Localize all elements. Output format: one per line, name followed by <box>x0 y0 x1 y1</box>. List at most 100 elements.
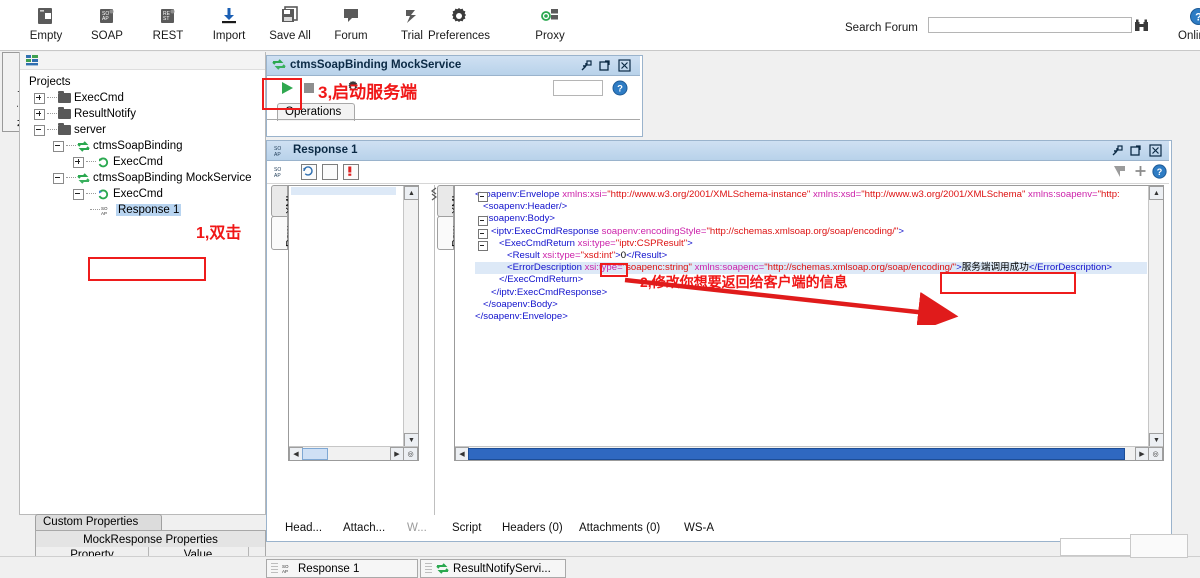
grid-toggle-icon[interactable] <box>26 55 39 69</box>
search-input[interactable] <box>928 17 1132 33</box>
tree-root-projects[interactable]: Projects <box>26 74 71 90</box>
xml-line[interactable]: </soapenv:Envelope> <box>475 311 1147 323</box>
scroll-up-icon[interactable]: ▲ <box>1149 186 1164 200</box>
help-circle-icon[interactable]: ? <box>612 80 628 99</box>
maximize-icon[interactable] <box>598 59 611 72</box>
tree-item-response-1[interactable]: SOAP Response 1 <box>90 202 181 218</box>
tab-headers-left[interactable]: Head... <box>285 522 322 534</box>
tree-item-resultnotify-project[interactable]: ResultNotify <box>34 106 136 122</box>
editor-options-icon[interactable]: ◎ <box>403 447 418 461</box>
expander-minus-icon[interactable] <box>53 173 64 184</box>
expander-plus-icon[interactable] <box>34 93 45 104</box>
editor-options-icon[interactable]: ◎ <box>1148 447 1163 461</box>
split-pane-icon[interactable] <box>1113 165 1126 181</box>
fold-toggle-icon[interactable] <box>478 192 488 202</box>
mockresponse-icon: SOAP <box>101 205 113 216</box>
response-titlebar[interactable]: SOAP Response 1 <box>267 141 1169 161</box>
recreate-schema-icon[interactable] <box>301 164 317 180</box>
right-editor-vscrollbar[interactable]: ▲ ▼ <box>1148 186 1163 447</box>
left-editor-vscrollbar[interactable]: ▲ ▼ <box>403 186 418 447</box>
xml-source-content[interactable]: <soapenv:Envelope xmlns:xsi="http://www.… <box>475 189 1147 446</box>
restore-icon[interactable] <box>1111 144 1124 157</box>
xml-line[interactable]: <soapenv:Body> <box>475 213 1147 225</box>
tree-item-ctmssoapbinding[interactable]: ctmsSoapBinding <box>53 138 183 154</box>
tab-attachments[interactable]: Attachments (0) <box>579 522 660 534</box>
left-xml-editor[interactable]: ▲ ▼ ◀ ▶ ◎ <box>288 185 419 461</box>
tab-wsa-left[interactable]: W... <box>407 522 427 534</box>
toolbar-label: Empty <box>30 30 63 42</box>
vtab-left-raw[interactable]: Raw <box>271 216 288 250</box>
annotation-step3-text: 3,启动服务端 <box>318 78 417 103</box>
vtab-right-xml[interactable]: XML <box>437 185 454 217</box>
scroll-left-icon[interactable]: ◀ <box>289 447 303 461</box>
close-icon[interactable] <box>618 59 631 72</box>
scroll-left-icon[interactable]: ◀ <box>455 447 469 461</box>
tab-script[interactable]: Script <box>452 522 481 534</box>
fold-toggle-icon[interactable] <box>478 229 488 239</box>
scroll-right-icon[interactable]: ▶ <box>1135 447 1149 461</box>
xml-line[interactable]: </soapenv:Body> <box>475 299 1147 311</box>
fold-toggle-icon[interactable] <box>478 216 488 226</box>
expander-plus-icon[interactable] <box>73 157 84 168</box>
tree-item-mockservice[interactable]: ctmsSoapBinding MockService <box>53 170 252 186</box>
fault-icon[interactable] <box>343 164 359 180</box>
taskbar-item-resultnotify[interactable]: ResultNotifyServi... <box>420 559 566 578</box>
xml-line[interactable]: <ExecCmdReturn xsi:type="iptv:CSPResult"… <box>475 238 1147 250</box>
scroll-up-icon[interactable]: ▲ <box>404 186 419 200</box>
xml-line[interactable]: <Result xsi:type="xsd:int">0</Result> <box>475 250 1147 262</box>
vtab-right-raw[interactable]: Raw <box>437 216 454 250</box>
tree-label: ResultNotify <box>74 108 136 120</box>
scroll-right-icon[interactable]: ▶ <box>390 447 404 461</box>
tree-item-execcmd-operation[interactable]: ExecCmd <box>73 154 163 170</box>
close-icon[interactable] <box>1149 144 1162 157</box>
tree-item-server-project[interactable]: server <box>34 122 106 138</box>
tree-label: Projects <box>29 76 71 88</box>
stop-icon[interactable] <box>303 82 315 97</box>
expander-plus-icon[interactable] <box>34 109 45 120</box>
binoculars-icon[interactable] <box>1134 18 1149 33</box>
vtab-left-xml[interactable]: XML <box>271 185 288 217</box>
scroll-down-icon[interactable]: ▼ <box>1149 433 1164 447</box>
tree-item-mock-execcmd[interactable]: ExecCmd <box>73 186 163 202</box>
mockservice-port-field[interactable] <box>553 80 603 96</box>
editor-divider[interactable] <box>434 185 435 515</box>
expander-minus-icon[interactable] <box>53 141 64 152</box>
toolbar-button-preferences[interactable]: Preferences <box>404 2 514 47</box>
plus-icon[interactable] <box>1134 164 1147 181</box>
online-help-button[interactable]: ? Online H <box>1186 2 1200 42</box>
left-editor-hscrollbar[interactable]: ◀ ▶ ◎ <box>289 446 418 460</box>
drag-grip-icon[interactable] <box>271 563 278 575</box>
tree-connector <box>86 161 96 163</box>
taskbar-item-response1[interactable]: SOAP Response 1 <box>266 559 418 578</box>
tree-label: ctmsSoapBinding MockService <box>93 172 252 184</box>
xml-token: "iptv:CSPResult" <box>616 238 687 249</box>
play-icon[interactable] <box>279 80 295 99</box>
xml-line[interactable]: <soapenv:Header/> <box>475 201 1147 213</box>
blank-square-icon[interactable] <box>322 164 338 180</box>
tab-attachments-left[interactable]: Attach... <box>343 522 385 534</box>
toolbar-button-proxy[interactable]: Proxy <box>514 2 586 47</box>
tab-custom-properties[interactable]: Custom Properties <box>35 514 162 531</box>
toolbar-label: REST <box>153 30 184 42</box>
maximize-icon[interactable] <box>1129 144 1142 157</box>
tree-item-execcmd-project[interactable]: ExecCmd <box>34 90 124 106</box>
right-xml-editor[interactable]: <soapenv:Envelope xmlns:xsi="http://www.… <box>454 185 1164 461</box>
help-circle-icon[interactable]: ? <box>1152 164 1167 182</box>
tab-headers[interactable]: Headers (0) <box>502 522 563 534</box>
scroll-down-icon[interactable]: ▼ <box>404 433 419 447</box>
hscroll-thumb[interactable] <box>468 448 1125 460</box>
drag-grip-icon[interactable] <box>425 563 432 575</box>
xml-line[interactable]: <soapenv:Envelope xmlns:xsi="http://www.… <box>475 189 1147 201</box>
fold-toggle-icon[interactable] <box>478 241 488 251</box>
right-editor-hscrollbar[interactable]: ◀ ▶ ◎ <box>455 446 1163 460</box>
expander-minus-icon[interactable] <box>34 125 45 136</box>
xml-line[interactable]: <iptv:ExecCmdResponse soapenv:encodingSt… <box>475 226 1147 238</box>
hscroll-thumb[interactable] <box>302 448 328 460</box>
mockservice-titlebar[interactable]: ctmsSoapBinding MockService <box>267 56 640 76</box>
restore-icon[interactable] <box>580 59 593 72</box>
tab-label: Custom Properties <box>43 516 138 528</box>
tree-label: ExecCmd <box>113 156 163 168</box>
navigator-strip[interactable]: Navigator <box>2 52 20 132</box>
expander-minus-icon[interactable] <box>73 189 84 200</box>
tab-wsa[interactable]: WS-A <box>684 522 714 534</box>
